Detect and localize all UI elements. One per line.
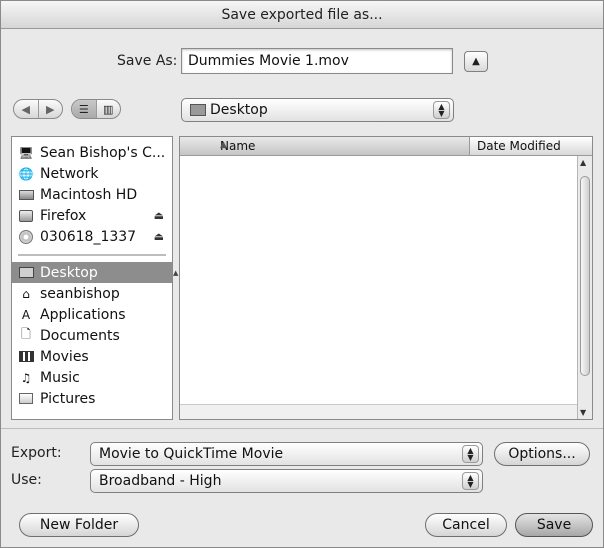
save-as-label: Save As: [117, 53, 178, 69]
sidebar-item-030618-1337[interactable]: 030618_1337 ⏏ [12, 226, 172, 247]
column-view-icon[interactable]: ▥ [95, 100, 121, 118]
desktop-folder-icon [190, 104, 206, 116]
disk-image-icon [18, 208, 34, 224]
file-list-header: Name ▲ Date Modified [180, 137, 592, 156]
save-as-field[interactable]: Dummies Movie 1.mov [181, 48, 453, 74]
cd-icon [18, 229, 34, 245]
sort-ascending-icon: ▲ [220, 140, 227, 150]
sidebar-item-music[interactable]: ♫ Music [12, 367, 172, 388]
save-dialog: Save exported file as... Save As: Dummie… [0, 0, 604, 548]
window-title: Save exported file as... [1, 1, 603, 29]
forward-arrow-icon[interactable]: ▶ [37, 100, 63, 118]
home-icon: ⌂ [22, 286, 30, 301]
use-popup[interactable]: Broadband - High ▲ ▼ [90, 469, 483, 493]
sidebar-item-network[interactable]: 🌐 Network [12, 163, 172, 184]
export-popup[interactable]: Movie to QuickTime Movie ▲ ▼ [90, 442, 483, 466]
horizontal-scrollbar[interactable] [180, 404, 577, 419]
sidebar-item-label: 030618_1337 [40, 228, 137, 245]
sidebar-item-label: seanbishop [40, 285, 120, 302]
sidebar-item-firefox[interactable]: Firefox ⏏ [12, 205, 172, 226]
sidebar-item-label: Documents [40, 327, 120, 344]
sidebar-item-computer[interactable]: 🖥 Sean Bishop's C... [12, 142, 172, 163]
sidebar-item-label: Macintosh HD [40, 186, 138, 203]
sidebar: 🖥 Sean Bishop's C... 🌐 Network Macintosh… [11, 136, 173, 420]
sidebar-item-label: Pictures [40, 390, 96, 407]
desktop-icon [18, 265, 34, 281]
location-popup[interactable]: Desktop ▲ ▼ [181, 98, 454, 122]
sidebar-item-applications[interactable]: A Applications [12, 304, 172, 325]
save-button[interactable]: Save [515, 513, 593, 537]
sidebar-item-pictures[interactable]: Pictures [12, 388, 172, 409]
popup-arrows-icon: ▲ ▼ [462, 472, 479, 490]
sidebar-item-label: Network [40, 165, 99, 182]
movies-icon [18, 349, 34, 365]
computer-icon: 🖥 [18, 145, 34, 160]
use-label: Use: [11, 472, 42, 488]
music-icon: ♫ [20, 370, 32, 385]
back-arrow-icon[interactable]: ◀ [14, 100, 38, 118]
documents-icon: 🗋 [21, 327, 31, 341]
sidebar-item-label: Firefox [40, 207, 87, 224]
list-view-icon[interactable]: ☰ [72, 100, 96, 118]
sidebar-item-label: Desktop [40, 264, 98, 281]
sidebar-item-documents[interactable]: 🗋 Documents [12, 325, 172, 346]
location-label: Desktop [210, 102, 268, 118]
pictures-icon [18, 391, 34, 407]
hard-drive-icon [18, 187, 34, 203]
network-icon: 🌐 [18, 166, 34, 181]
file-list[interactable]: Name ▲ Date Modified ▲ ▼ [179, 136, 593, 420]
cancel-button[interactable]: Cancel [425, 513, 507, 537]
sidebar-separator [18, 254, 166, 256]
sidebar-item-seanbishop[interactable]: ⌂ seanbishop [12, 283, 172, 304]
new-folder-button[interactable]: New Folder [19, 513, 139, 537]
view-mode-control: ☰ ▥ [71, 99, 121, 119]
sidebar-item-desktop[interactable]: Desktop [12, 262, 172, 283]
sidebar-item-label: Music [40, 369, 80, 386]
eject-icon[interactable]: ⏏ [154, 230, 164, 243]
section-divider [1, 428, 603, 429]
scroll-down-icon[interactable]: ▼ [580, 408, 586, 417]
sidebar-item-label: Movies [40, 348, 89, 365]
column-header-name[interactable]: Name ▲ [180, 137, 470, 155]
applications-icon: A [21, 307, 31, 322]
sidebar-item-label: Applications [40, 306, 126, 323]
export-value: Movie to QuickTime Movie [99, 446, 284, 462]
sidebar-item-label: Sean Bishop's C... [40, 144, 166, 161]
expand-toggle-button[interactable]: ▲ [464, 51, 488, 72]
popup-arrows-icon: ▲ ▼ [462, 445, 479, 463]
sidebar-item-movies[interactable]: Movies [12, 346, 172, 367]
column-header-date-modified[interactable]: Date Modified [477, 139, 561, 153]
use-value: Broadband - High [99, 473, 222, 489]
back-forward-control: ◀ ▶ [13, 99, 63, 119]
eject-icon[interactable]: ⏏ [154, 209, 164, 222]
options-button[interactable]: Options... [494, 442, 590, 466]
vertical-scrollbar[interactable]: ▲ ▼ [577, 156, 592, 419]
scroll-thumb[interactable] [580, 176, 590, 376]
scroll-up-icon[interactable]: ▲ [580, 158, 586, 167]
popup-arrows-icon: ▲ ▼ [433, 101, 450, 119]
export-label: Export: [11, 445, 62, 461]
sidebar-item-macintosh-hd[interactable]: Macintosh HD [12, 184, 172, 205]
triangle-up-icon: ▲ [472, 56, 480, 67]
